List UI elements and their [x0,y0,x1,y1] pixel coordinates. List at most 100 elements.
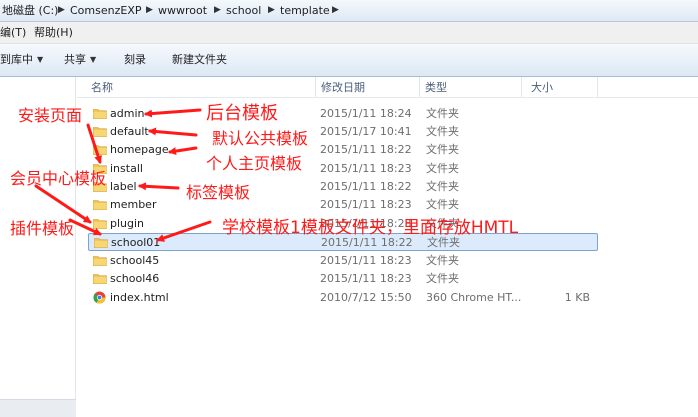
file-name: school46 [110,272,160,285]
folder-icon [93,199,107,210]
share-button[interactable]: 共享 ▼ [64,53,96,67]
file-type: 文件夹 [426,198,459,211]
folder-icon [93,218,107,229]
breadcrumb-chevron-icon[interactable]: ▶ [58,3,65,18]
breadcrumb-school[interactable]: school [226,3,261,18]
folder-icon [93,144,107,155]
annotation-homepage: 个人主页模板 [206,154,303,173]
file-type: 文件夹 [426,162,459,175]
file-type: 文件夹 [426,143,459,156]
column-header-name[interactable]: 名称 [91,81,113,95]
dropdown-caret-icon: ▼ [90,55,97,64]
breadcrumb-chevron-icon[interactable]: ▶ [332,3,339,18]
navigation-pane[interactable] [0,77,76,417]
breadcrumb-drive[interactable]: 地磁盘 (C:) [2,3,58,18]
new-folder-button[interactable]: 新建文件夹 [172,53,227,67]
file-row-homepage[interactable]: homepage 2015/1/11 18:22 文件夹 [88,141,598,159]
column-divider[interactable] [419,77,420,97]
file-date: 2015/1/11 18:23 [320,272,412,285]
file-size [550,143,590,157]
folder-icon [93,108,107,119]
file-date: 2015/1/11 18:22 [320,143,412,156]
folder-icon [94,237,108,248]
column-divider[interactable] [597,77,598,97]
file-date: 2015/1/11 18:23 [320,254,412,267]
column-divider[interactable] [315,77,316,97]
file-size [550,217,590,231]
file-name: school01 [111,236,161,249]
folder-icon [93,126,107,137]
annotation-default: 默认公共模板 [212,129,309,148]
file-row-install[interactable]: install 2015/1/11 18:23 文件夹 [88,160,598,178]
file-row-school45[interactable]: school45 2015/1/11 18:23 文件夹 [88,252,598,270]
file-type: 文件夹 [426,272,459,285]
file-row-default[interactable]: default 2015/1/17 10:41 文件夹 [88,123,598,141]
annotation-school01: 学校模板1模板文件夹，里面存放HMTL [222,218,519,238]
share-label: 共享 [64,53,86,66]
include-in-library-label: 到库中 [0,53,33,66]
file-size [550,107,590,121]
file-row-member[interactable]: member 2015/1/11 18:23 文件夹 [88,196,598,214]
file-name: member [110,198,157,211]
file-name: admin [110,107,145,120]
file-size [550,162,590,176]
file-type: 文件夹 [426,107,459,120]
file-date: 2015/1/11 18:23 [320,198,412,211]
file-row-index-html[interactable]: index.html 2010/7/12 15:50 360 Chrome HT… [88,289,598,307]
file-type: 文件夹 [426,254,459,267]
menu-bar: 编(T) 帮助(H) [0,22,698,44]
breadcrumb-chevron-icon[interactable]: ▶ [268,3,275,18]
file-size [550,125,590,139]
menu-edit[interactable]: 编(T) [0,26,26,40]
navigation-pane-scrollbar[interactable] [0,399,76,417]
burn-button[interactable]: 刻录 [124,53,146,67]
breadcrumb-template[interactable]: template [280,3,330,18]
address-bar[interactable]: 地磁盘 (C:) ▶ ComsenzEXP ▶ wwwroot ▶ school… [0,0,698,22]
file-row-label[interactable]: label 2015/1/11 18:22 文件夹 [88,178,598,196]
dropdown-caret-icon: ▼ [37,55,44,64]
include-in-library-button[interactable]: 到库中 ▼ [0,53,43,67]
folder-icon [93,255,107,266]
annotation-install: 安装页面 [18,106,83,125]
column-header-type[interactable]: 类型 [425,81,447,95]
file-row-school46[interactable]: school46 2015/1/11 18:23 文件夹 [88,270,598,288]
breadcrumb-chevron-icon[interactable]: ▶ [214,3,221,18]
file-name: homepage [110,143,169,156]
file-date: 2015/1/17 10:41 [320,125,412,138]
column-header-date[interactable]: 修改日期 [321,81,365,95]
chrome-icon [93,291,106,304]
file-name: school45 [110,254,160,267]
command-toolbar: 到库中 ▼ 共享 ▼ 刻录 新建文件夹 [0,44,698,77]
annotation-plugin: 插件模板 [10,219,75,238]
file-type: 文件夹 [427,236,460,249]
folder-icon [93,273,107,284]
file-size [550,180,590,194]
annotation-member: 会员中心模板 [10,169,107,188]
file-date: 2010/7/12 15:50 [320,291,412,304]
file-size [550,198,590,212]
file-name: install [110,162,143,175]
breadcrumb-wwwroot[interactable]: wwwroot [158,3,207,18]
file-date: 2015/1/11 18:24 [320,107,412,120]
file-date: 2015/1/11 18:22 [321,236,413,249]
menu-help[interactable]: 帮助(H) [34,26,73,40]
file-name: plugin [110,217,145,230]
breadcrumb-chevron-icon[interactable]: ▶ [146,3,153,18]
annotation-admin: 后台模板 [206,103,278,124]
annotation-label: 标签模板 [186,183,251,202]
file-size [551,236,591,250]
file-type: 文件夹 [426,180,459,193]
file-size [550,254,590,268]
file-type: 文件夹 [426,125,459,138]
column-divider[interactable] [521,77,522,97]
breadcrumb-comsenzexp[interactable]: ComsenzEXP [70,3,142,18]
file-name: label [110,180,137,193]
file-date: 2015/1/11 18:23 [320,162,412,175]
file-row-admin[interactable]: admin 2015/1/11 18:24 文件夹 [88,105,598,123]
file-size: 1 KB [564,291,590,304]
file-date: 2015/1/11 18:22 [320,180,412,193]
file-name: default [110,125,149,138]
file-size [550,272,590,286]
column-header-size[interactable]: 大小 [531,81,553,95]
column-headers: 名称 修改日期 类型 大小 [77,77,698,98]
